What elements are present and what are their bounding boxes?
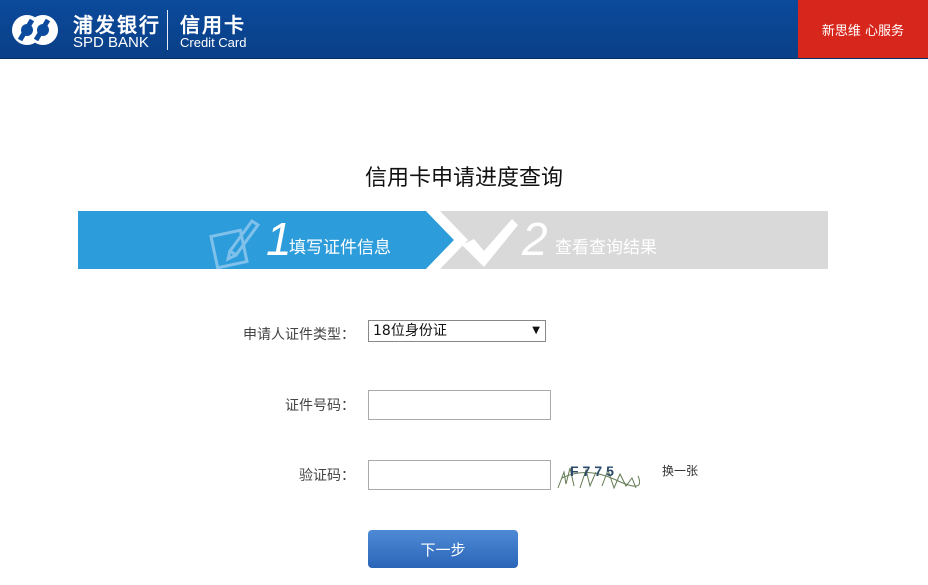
progress-steps: 1 填写证件信息 2 查看查询结果 — [78, 211, 828, 269]
product-name-en: Credit Card — [180, 35, 247, 50]
checkmark-icon — [462, 219, 518, 267]
id-type-label: 申请人证件类型： — [243, 327, 355, 343]
captcha-text: F775 — [570, 463, 618, 479]
refresh-captcha-link[interactable]: 换一张 — [662, 462, 698, 479]
id-type-selected-value: 18位身份证 — [373, 323, 447, 339]
step-1-label: 填写证件信息 — [289, 238, 391, 258]
bank-name-en: SPD BANK — [73, 34, 149, 51]
pencil-document-icon — [209, 218, 261, 269]
page-title: 信用卡申请进度查询 — [364, 166, 563, 191]
header-divider — [167, 10, 168, 50]
site-header: 浦发银行 SPD BANK 信用卡 Credit Card 新思维 心服务 — [0, 0, 928, 59]
header-slogan: 新思维 心服务 — [798, 0, 928, 58]
spd-bank-logo-icon — [12, 15, 58, 45]
captcha-input[interactable] — [368, 460, 551, 490]
captcha-image[interactable]: F775 — [556, 458, 640, 492]
step-2-number: 2 — [522, 213, 548, 265]
next-step-button[interactable]: 下一步 — [368, 530, 518, 568]
step-2-label: 查看查询结果 — [555, 238, 657, 258]
captcha-label: 验证码： — [299, 468, 355, 484]
product-name-cn: 信用卡 — [180, 13, 246, 37]
step-1-number: 1 — [266, 213, 292, 265]
id-number-label: 证件号码： — [285, 398, 355, 414]
dropdown-arrow-icon: ▼ — [532, 325, 540, 336]
id-number-input[interactable] — [368, 390, 551, 420]
id-type-select[interactable]: 18位身份证 ▼ — [368, 320, 546, 342]
